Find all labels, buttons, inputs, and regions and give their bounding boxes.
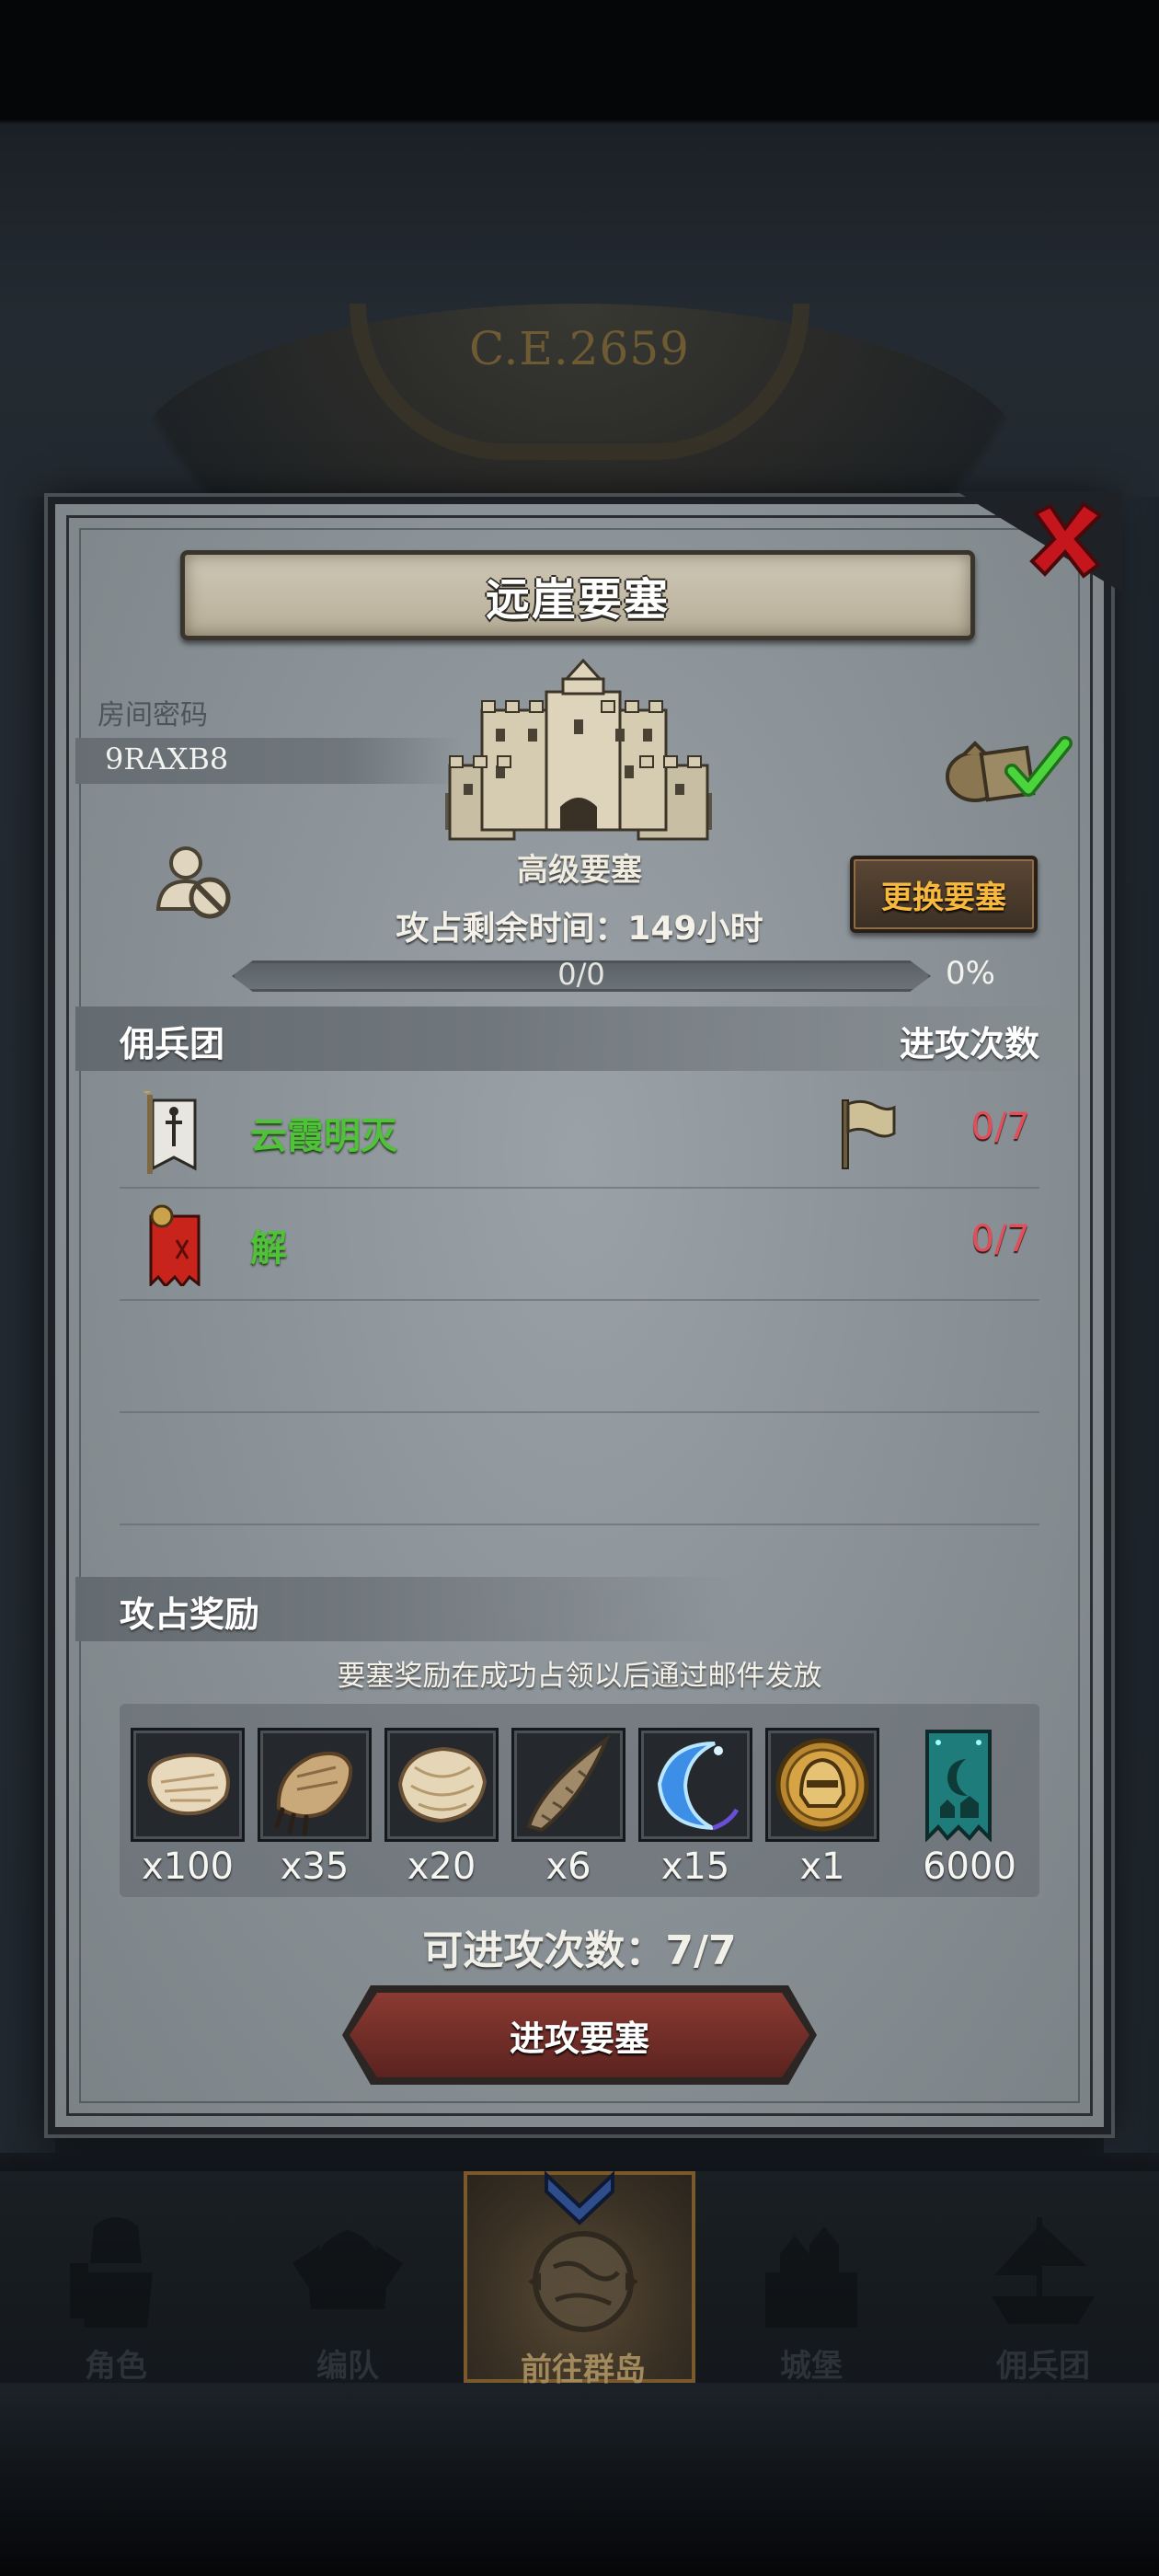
reward-item[interactable] — [765, 1728, 879, 1842]
reward-quantity: 6000 — [923, 1846, 1016, 1888]
mercenary-attack-count: 0/7 — [970, 1218, 1030, 1260]
nav-label: 城堡 — [780, 2348, 843, 2385]
background-left-edge — [0, 497, 55, 2153]
change-fortress-label: 更换要塞 — [881, 879, 1006, 916]
reward-item[interactable] — [511, 1728, 625, 1842]
capture-time-remaining: 攻占剩余时间：149小时 — [396, 910, 763, 948]
horn-icon — [526, 1734, 611, 1833]
reward-item[interactable] — [258, 1728, 372, 1842]
capture-progress-percent: 0% — [946, 955, 995, 992]
fortress-level: 高级要塞 — [517, 852, 642, 889]
game-screen: C.E.2659 远崖要塞 房间密码 9RAXB8 高级要塞 更换要塞 攻占剩余… — [0, 0, 1159, 2576]
ship-icon — [992, 2217, 1095, 2324]
empty-mercenary-row — [120, 1303, 1039, 1413]
background-year: C.E.2659 — [468, 322, 690, 375]
nav-item-mercenary[interactable]: 佣兵团 — [927, 2171, 1159, 2385]
reward-item[interactable] — [384, 1728, 499, 1842]
background-right-edge — [1104, 497, 1159, 2153]
empty-mercenary-row — [120, 1415, 1039, 1525]
hide-icon — [147, 1753, 230, 1816]
close-button[interactable] — [1023, 497, 1107, 581]
reward-header: 攻占奖励 — [120, 1594, 260, 1635]
chevron-down-icon — [545, 2170, 614, 2225]
reward-item[interactable] — [638, 1728, 752, 1842]
title-banner: 远崖要塞 — [180, 550, 975, 640]
room-code-label: 房间密码 — [98, 699, 208, 731]
reward-quantity: x100 — [141, 1846, 235, 1888]
guild-banner-icon[interactable] — [924, 1728, 993, 1842]
castle-icon — [765, 2226, 857, 2328]
crescent-icon — [657, 1742, 740, 1831]
reward-item[interactable] — [131, 1728, 245, 1842]
mercenary-name: 云霞明灭 — [250, 1115, 397, 1157]
reward-quantity: x15 — [660, 1846, 730, 1888]
knight-icon — [70, 2217, 153, 2328]
nav-label: 编队 — [316, 2348, 379, 2385]
mercenary-row[interactable]: 云霞明灭 0/7 — [120, 1078, 1039, 1189]
close-icon — [1029, 501, 1104, 579]
nav-item-character[interactable]: 角色 — [0, 2171, 232, 2385]
flag-icon — [842, 1099, 896, 1169]
attack-count-header: 进攻次数 — [899, 1024, 1039, 1064]
reward-quantity: x1 — [799, 1846, 845, 1888]
capture-progress-text: 0/0 — [557, 957, 605, 992]
reward-note: 要塞奖励在成功占领以后通过邮件发放 — [337, 1660, 822, 1693]
room-code-value: 9RAXB8 — [105, 742, 229, 776]
fortress-icon — [445, 658, 712, 841]
mercenary-name: 解 — [250, 1227, 287, 1270]
attack-fortress-label: 进攻要塞 — [509, 2018, 649, 2059]
guild-banner-red-icon — [149, 1204, 201, 1286]
nav-item-castle[interactable]: 城堡 — [695, 2171, 927, 2385]
nav-label: 前往群岛 — [521, 2352, 646, 2388]
helmet-icon — [293, 2230, 403, 2309]
dialog-title: 远崖要塞 — [485, 574, 670, 626]
mercenary-attack-count: 0/7 — [970, 1106, 1030, 1148]
nav-label: 角色 — [85, 2348, 147, 2385]
guild-banner-white-icon — [143, 1091, 197, 1174]
reward-quantity: x6 — [545, 1846, 591, 1888]
claw-icon — [274, 1752, 353, 1836]
attack-fortress-button[interactable]: 进攻要塞 — [350, 1993, 809, 2077]
helmet-medal-icon — [775, 1738, 869, 1832]
user-blocked-icon[interactable] — [155, 843, 234, 922]
reward-quantity: x35 — [280, 1846, 350, 1888]
mercenary-header: 佣兵团 — [120, 1024, 225, 1064]
nav-item-formation[interactable]: 编队 — [232, 2171, 464, 2385]
reward-quantity: x20 — [407, 1846, 476, 1888]
attacks-available: 可进攻次数：7/7 — [422, 1927, 737, 1974]
mercenary-row[interactable]: 解 0/7 — [120, 1190, 1039, 1301]
supply-bag-check-icon[interactable] — [938, 723, 1076, 806]
nav-label: 佣兵团 — [996, 2348, 1090, 2385]
fur-icon — [397, 1746, 488, 1823]
change-fortress-button[interactable]: 更换要塞 — [850, 856, 1038, 933]
